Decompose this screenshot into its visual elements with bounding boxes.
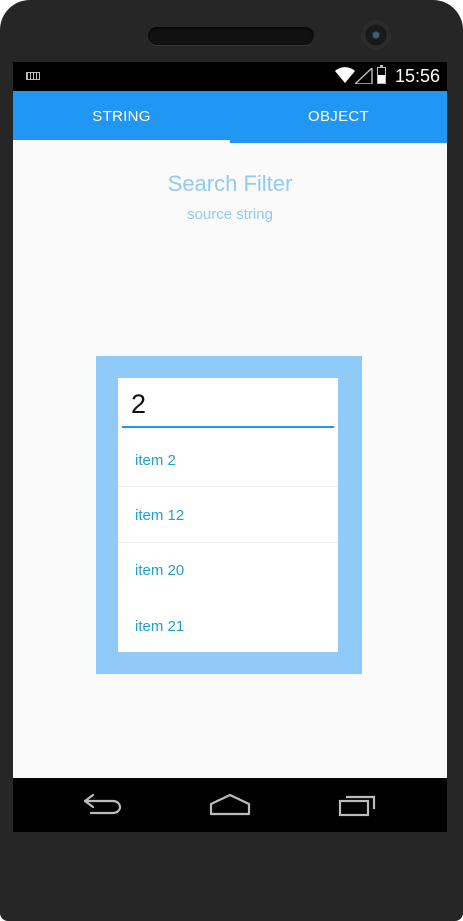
search-filter-panel: item 2 item 12 item 20 item 21	[96, 356, 362, 674]
battery-icon	[377, 65, 386, 84]
device-frame: 15:56 STRING OBJECT Search Filter source…	[0, 0, 463, 921]
status-bar: 15:56	[13, 62, 447, 91]
navigation-bar	[13, 778, 447, 832]
list-item[interactable]: item 2	[118, 433, 338, 488]
tab-bar: STRING OBJECT	[13, 91, 447, 143]
recents-icon[interactable]	[338, 792, 378, 818]
search-input[interactable]	[122, 382, 334, 428]
tab-object[interactable]: OBJECT	[230, 91, 447, 143]
keyboard-icon	[26, 72, 40, 80]
signal-icon	[355, 68, 373, 84]
page-subtitle: source string	[187, 206, 273, 223]
list-item[interactable]: item 12	[118, 488, 338, 543]
front-camera-icon	[361, 20, 391, 50]
earpiece-speaker	[148, 27, 314, 45]
screen: 15:56 STRING OBJECT Search Filter source…	[13, 62, 447, 832]
list-divider	[118, 486, 338, 487]
back-icon[interactable]	[83, 792, 121, 818]
page-title: Search Filter	[167, 171, 293, 196]
list-item[interactable]: item 21	[118, 599, 338, 654]
search-card: item 2 item 12 item 20 item 21	[118, 378, 338, 652]
main-content: Search Filter source string item 2 item …	[13, 143, 447, 778]
wifi-icon	[335, 67, 355, 83]
home-icon[interactable]	[209, 792, 251, 818]
list-item[interactable]: item 20	[118, 543, 338, 598]
tab-string[interactable]: STRING	[13, 91, 230, 143]
status-time: 15:56	[395, 66, 441, 86]
